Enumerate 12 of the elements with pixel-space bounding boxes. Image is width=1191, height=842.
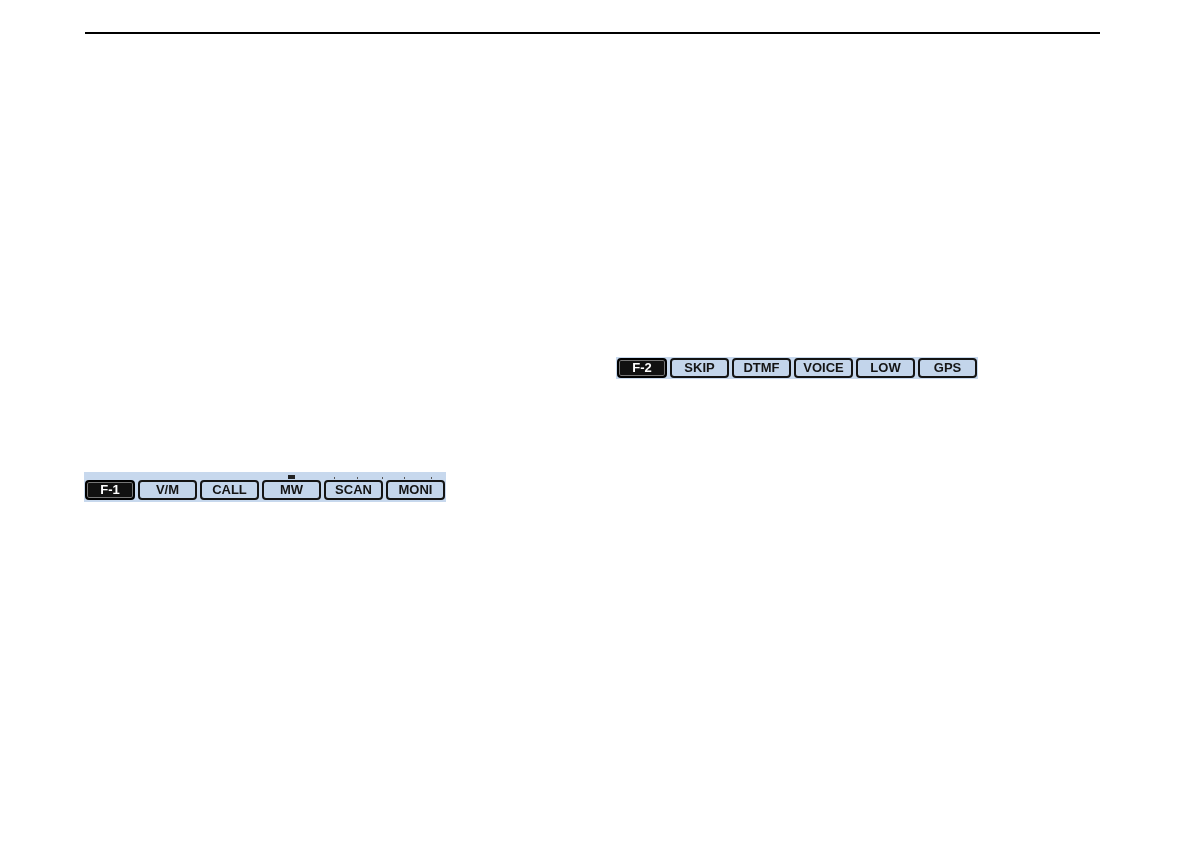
function-key[interactable]: SKIP xyxy=(670,358,729,378)
function-key[interactable]: CALL xyxy=(200,480,259,500)
page-indicator: F-2 xyxy=(617,358,667,378)
function-key[interactable]: MONI xyxy=(386,480,445,500)
page-indicator: F-1 xyxy=(85,480,135,500)
function-key[interactable]: SCAN xyxy=(324,480,383,500)
function-key[interactable]: MW xyxy=(262,480,321,500)
function-key[interactable]: LOW xyxy=(856,358,915,378)
function-key[interactable]: GPS xyxy=(918,358,977,378)
function-key[interactable]: DTMF xyxy=(732,358,791,378)
function-key[interactable]: VOICE xyxy=(794,358,853,378)
function-key[interactable]: V/M xyxy=(138,480,197,500)
